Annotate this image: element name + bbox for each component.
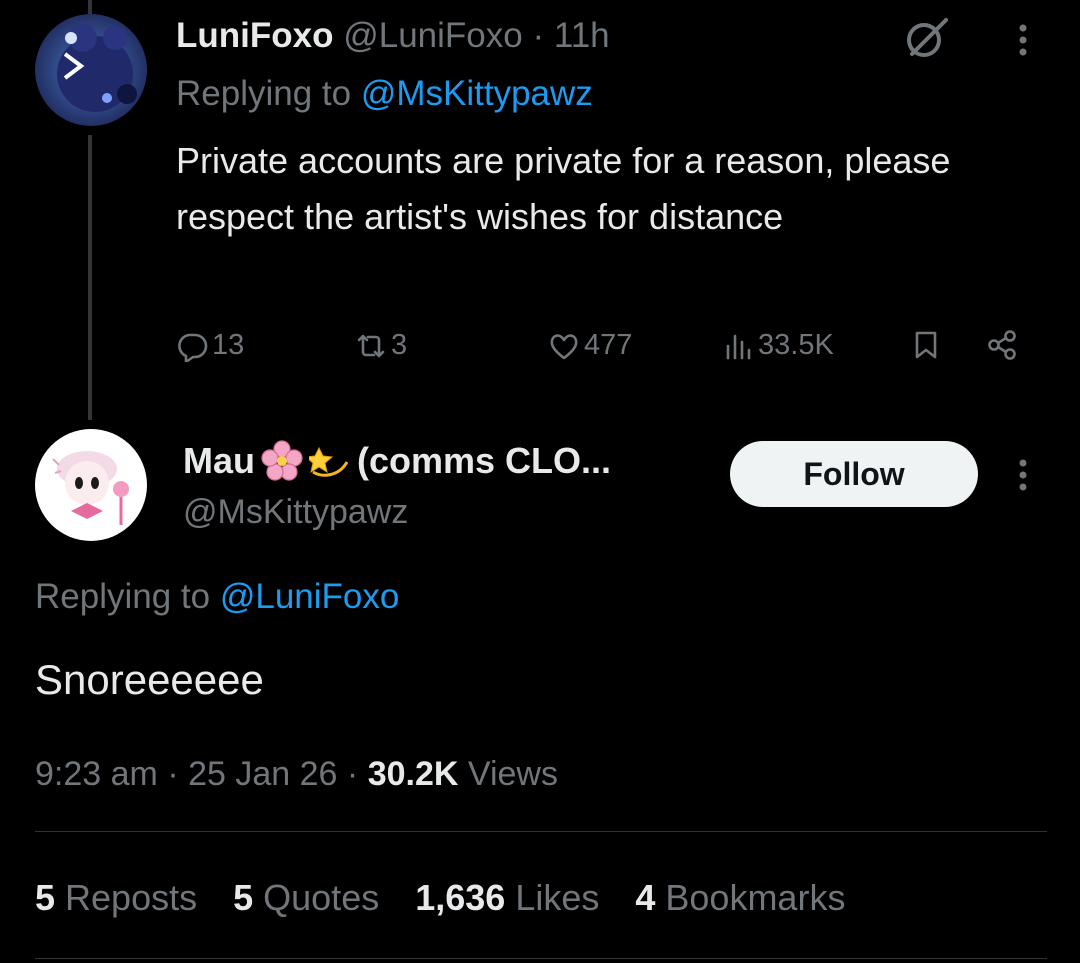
repost-button[interactable]: 3 [355, 329, 407, 362]
thread-line-top [88, 0, 92, 14]
heart-icon [550, 333, 578, 359]
grok-icon[interactable] [900, 12, 952, 64]
parent-display-name[interactable]: LuniFoxo [176, 16, 333, 55]
quotes-number: 5 [233, 877, 254, 918]
repost-count: 3 [391, 329, 408, 361]
quotes-stat[interactable]: 5 Quotes [233, 875, 379, 921]
like-count: 477 [584, 329, 633, 361]
reply-button[interactable]: 13 [176, 329, 244, 362]
reposts-label: Reposts [65, 877, 198, 918]
tweet-time[interactable]: 9:23 am [35, 755, 158, 793]
bookmarks-number: 4 [635, 877, 656, 918]
parent-actions-bar: 13 3 477 33.5K [0, 325, 1080, 369]
dizzy-star-emoji [304, 440, 351, 482]
main-name-suffix: (comms CLO... [357, 440, 612, 481]
luni-avatar[interactable] [35, 14, 147, 126]
parent-separator: · [532, 16, 545, 55]
follow-button[interactable]: Follow [730, 441, 978, 507]
cherry-blossom-emoji [261, 440, 303, 482]
reposts-number: 5 [35, 877, 56, 918]
thread-line [88, 135, 92, 420]
parent-handle[interactable]: @LuniFoxo [343, 16, 523, 55]
main-name-text: Mau [183, 440, 255, 481]
meta-separator: · [167, 755, 179, 793]
replying-prefix: Replying to [35, 577, 220, 616]
reposts-stat[interactable]: 5 Reposts [35, 875, 197, 921]
share-button[interactable] [986, 329, 1018, 361]
views-label: Views [467, 755, 558, 793]
likes-number: 1,636 [415, 877, 506, 918]
replying-prefix: Replying to [176, 74, 361, 113]
main-handle[interactable]: @MsKittypawz [183, 490, 408, 534]
analytics-icon [726, 334, 751, 359]
reply-count: 13 [212, 329, 245, 361]
comment-icon [178, 333, 208, 362]
tweet-date[interactable]: 25 Jan 26 [188, 755, 337, 793]
main-tweet-text: Snoreeeeee [35, 656, 264, 703]
share-icon [988, 330, 1016, 360]
parent-more-icon[interactable] [1010, 20, 1036, 60]
divider [35, 958, 1047, 959]
bookmark-button[interactable] [910, 329, 942, 361]
main-replying-to: Replying to @LuniFoxo [35, 575, 399, 619]
like-button[interactable]: 477 [548, 329, 632, 362]
quotes-label: Quotes [263, 877, 380, 918]
likes-label: Likes [515, 877, 600, 918]
parent-tweet-text: Private accounts are private for a reaso… [176, 140, 951, 237]
views-count: 33.5K [758, 329, 834, 361]
main-display-name[interactable]: Mau (comms CLO... [183, 437, 611, 485]
bookmarks-label: Bookmarks [665, 877, 846, 918]
engagement-stats: 5 Reposts 5 Quotes 1,636 Likes 4 Bookmarks [35, 875, 845, 921]
repost-icon [357, 334, 385, 357]
views-total: 30.2K [367, 755, 459, 793]
parent-replying-to: Replying to @MsKittypawz [176, 72, 593, 116]
views-button[interactable]: 33.5K [722, 329, 834, 362]
main-more-icon[interactable] [1010, 455, 1036, 495]
replying-mention-link[interactable]: @LuniFoxo [220, 577, 400, 616]
bookmarks-stat[interactable]: 4 Bookmarks [635, 875, 845, 921]
divider [35, 831, 1047, 832]
parent-time[interactable]: 11h [554, 16, 610, 55]
tweet-meta: 9:23 am · 25 Jan 26 · 30.2K Views [35, 752, 558, 796]
parent-tweet-header: LuniFoxo @LuniFoxo · 11h [176, 14, 610, 58]
mau-avatar[interactable] [35, 429, 147, 541]
replying-mention-link[interactable]: @MsKittypawz [361, 74, 593, 113]
bookmark-icon [915, 331, 937, 359]
likes-stat[interactable]: 1,636 Likes [415, 875, 599, 921]
meta-separator: · [346, 755, 359, 793]
